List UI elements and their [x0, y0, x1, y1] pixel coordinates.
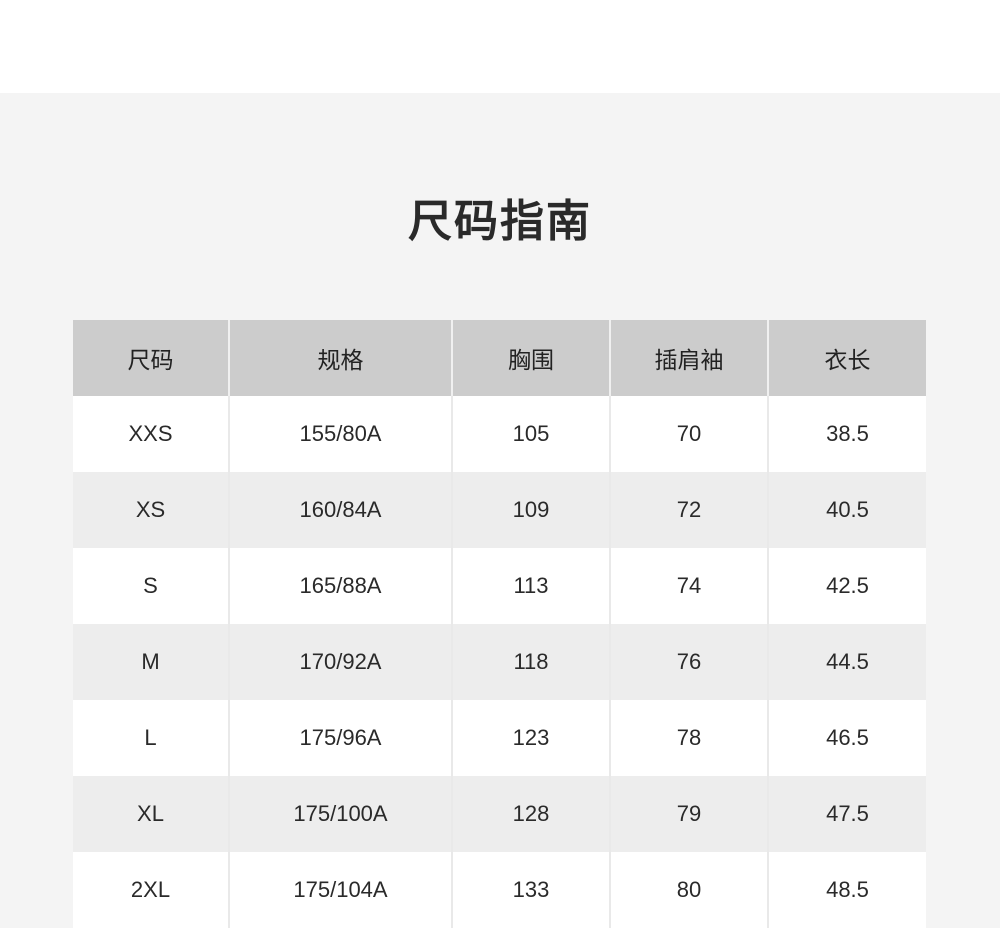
cell-chest: 118 — [452, 624, 611, 700]
cell-sleeve: 80 — [610, 852, 769, 928]
size-chart-table: 尺码 规格 胸围 插肩袖 衣长 XXS 155/80A 105 70 38.5 … — [73, 320, 926, 928]
top-band — [0, 0, 1000, 93]
cell-spec: 160/84A — [229, 472, 453, 548]
cell-size: M — [73, 624, 230, 700]
cell-length: 46.5 — [768, 700, 926, 776]
column-header-size: 尺码 — [73, 320, 230, 396]
page-title: 尺码指南 — [408, 196, 592, 247]
table-row: M 170/92A 118 76 44.5 — [73, 624, 926, 700]
cell-length: 48.5 — [768, 852, 926, 928]
table-row: XS 160/84A 109 72 40.5 — [73, 472, 926, 548]
cell-sleeve: 70 — [610, 396, 769, 472]
cell-size: L — [73, 700, 230, 776]
cell-sleeve: 72 — [610, 472, 769, 548]
table-row: XL 175/100A 128 79 47.5 — [73, 776, 926, 852]
cell-sleeve: 79 — [610, 776, 769, 852]
cell-spec: 165/88A — [229, 548, 453, 624]
table-row: XXS 155/80A 105 70 38.5 — [73, 396, 926, 472]
table-header-row: 尺码 规格 胸围 插肩袖 衣长 — [73, 320, 926, 396]
cell-spec: 175/100A — [229, 776, 453, 852]
cell-chest: 133 — [452, 852, 611, 928]
cell-chest: 113 — [452, 548, 611, 624]
cell-chest: 109 — [452, 472, 611, 548]
cell-length: 42.5 — [768, 548, 926, 624]
column-header-length: 衣长 — [768, 320, 926, 396]
cell-chest: 105 — [452, 396, 611, 472]
cell-chest: 128 — [452, 776, 611, 852]
column-header-spec: 规格 — [229, 320, 453, 396]
cell-spec: 170/92A — [229, 624, 453, 700]
table-body: XXS 155/80A 105 70 38.5 XS 160/84A 109 7… — [73, 396, 926, 928]
cell-length: 47.5 — [768, 776, 926, 852]
cell-chest: 123 — [452, 700, 611, 776]
column-header-chest: 胸围 — [452, 320, 611, 396]
table-row: S 165/88A 113 74 42.5 — [73, 548, 926, 624]
cell-spec: 155/80A — [229, 396, 453, 472]
cell-size: 2XL — [73, 852, 230, 928]
cell-size: XXS — [73, 396, 230, 472]
column-header-sleeve: 插肩袖 — [610, 320, 769, 396]
cell-sleeve: 76 — [610, 624, 769, 700]
cell-length: 44.5 — [768, 624, 926, 700]
cell-length: 38.5 — [768, 396, 926, 472]
table-row: 2XL 175/104A 133 80 48.5 — [73, 852, 926, 928]
cell-size: XL — [73, 776, 230, 852]
table-row: L 175/96A 123 78 46.5 — [73, 700, 926, 776]
cell-sleeve: 78 — [610, 700, 769, 776]
cell-spec: 175/96A — [229, 700, 453, 776]
cell-sleeve: 74 — [610, 548, 769, 624]
cell-spec: 175/104A — [229, 852, 453, 928]
table-header: 尺码 规格 胸围 插肩袖 衣长 — [73, 320, 926, 396]
cell-size: S — [73, 548, 230, 624]
cell-length: 40.5 — [768, 472, 926, 548]
cell-size: XS — [73, 472, 230, 548]
